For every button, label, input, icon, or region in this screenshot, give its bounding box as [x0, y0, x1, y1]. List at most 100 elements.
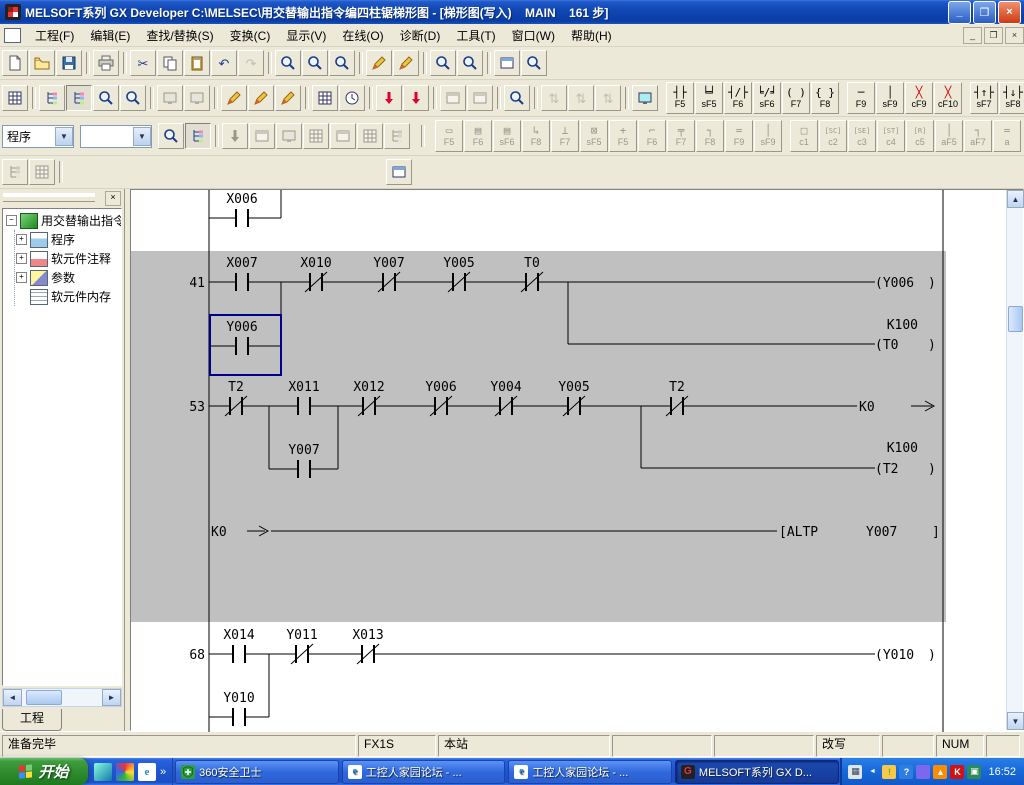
find-contact-button[interactable] — [93, 85, 119, 111]
undo-button[interactable]: ↶ — [211, 50, 237, 76]
sfc-fkey-vertical-join[interactable]: =F9 — [725, 120, 753, 152]
io-list-button[interactable] — [29, 159, 55, 185]
sfc-download-button[interactable] — [222, 123, 248, 149]
menu-help[interactable]: 帮助(H) — [563, 24, 620, 47]
sfc-fkey-jump[interactable]: ↳F8 — [522, 120, 550, 152]
find-button[interactable] — [275, 50, 301, 76]
parameter-tree-button[interactable] — [39, 85, 65, 111]
fkey-coil[interactable]: ( )F7 — [782, 82, 810, 114]
sfc-fkey-parallel-join[interactable]: ┐F8 — [696, 120, 724, 152]
browser-360-icon[interactable] — [116, 763, 134, 781]
sort-2-button[interactable]: ⇅ — [568, 85, 594, 111]
combo-arrow-icon[interactable]: ▼ — [133, 127, 151, 146]
sfc-fkey-transition[interactable]: ▤F6 — [464, 120, 492, 152]
replace-instruction-button[interactable] — [393, 50, 419, 76]
panel-close-icon[interactable]: × — [105, 191, 121, 206]
paste-button[interactable] — [184, 50, 210, 76]
find-instruction-button[interactable] — [329, 50, 355, 76]
fkey-closed-contact[interactable]: ┤/├F6 — [724, 82, 752, 114]
menu-tools[interactable]: 工具(T) — [448, 24, 503, 47]
program-combo[interactable]: 程序 ▼ — [2, 125, 74, 148]
menu-find-replace[interactable]: 查找/替换(S) — [138, 24, 221, 47]
comment-display-button[interactable] — [632, 85, 658, 111]
sfc-fkey-st[interactable]: [ST]c4 — [877, 120, 905, 152]
new-project-button[interactable] — [2, 50, 28, 76]
save-project-button[interactable] — [56, 50, 82, 76]
fkey-rising-pulse[interactable]: ┤↑├sF7 — [970, 82, 998, 114]
tree-horizontal-scrollbar[interactable]: ◄ ► — [2, 688, 122, 707]
fkey-closed-branch[interactable]: ╘/╛sF6 — [753, 82, 781, 114]
sfc-fkey-step[interactable]: ▭F5 — [435, 120, 463, 152]
instruction-list-button[interactable] — [386, 159, 412, 185]
sfc-grid-button[interactable] — [357, 123, 383, 149]
monitor-stop-button[interactable] — [184, 85, 210, 111]
security-alert-icon[interactable]: ! — [882, 765, 896, 779]
mdi-close-button[interactable]: × — [1005, 27, 1024, 44]
close-button[interactable]: × — [998, 1, 1021, 24]
updates-icon[interactable]: ? — [899, 765, 913, 779]
sfc-branch-button[interactable] — [384, 123, 410, 149]
menu-diagnostics[interactable]: 诊断(D) — [392, 24, 449, 47]
sort-3-button[interactable]: ⇅ — [595, 85, 621, 111]
restore-button[interactable]: ❐ — [973, 1, 996, 24]
monitor-clock-button[interactable] — [339, 85, 365, 111]
ladder-vertical-scrollbar[interactable]: ▲ ▼ — [1006, 190, 1023, 730]
sfc-fkey-partial-clipped[interactable]: =a — [993, 120, 1021, 152]
block-combo[interactable]: ▼ — [80, 125, 152, 148]
mdi-restore-button[interactable]: ❐ — [984, 27, 1003, 44]
combo-arrow-icon[interactable]: ▼ — [55, 127, 73, 146]
sfc-fkey-dummy-step[interactable]: ▤sF6 — [493, 120, 521, 152]
print-button[interactable] — [93, 50, 119, 76]
project-tab[interactable]: 工程 — [2, 709, 62, 731]
sort-1-button[interactable]: ⇅ — [541, 85, 567, 111]
program-insert-button[interactable] — [403, 85, 429, 111]
device-comment-button[interactable] — [312, 85, 338, 111]
sfc-block-button[interactable] — [330, 123, 356, 149]
zoom-out-button[interactable] — [457, 50, 483, 76]
fkey-vertical-line[interactable]: │sF9 — [876, 82, 904, 114]
menu-window[interactable]: 窗口(W) — [504, 24, 563, 47]
insert-edit-button[interactable] — [275, 85, 301, 111]
menu-edit[interactable]: 编辑(E) — [82, 24, 138, 47]
redo-button[interactable]: ↷ — [238, 50, 264, 76]
tree-item-device-comment[interactable]: + 软元件注释 — [15, 249, 121, 268]
copy-button[interactable] — [157, 50, 183, 76]
tray-collapse-icon[interactable]: ◄ — [865, 765, 879, 779]
help-find-button[interactable] — [504, 85, 530, 111]
tree-root[interactable]: − 用交替输出指令编四柱锯梯形图 — [5, 211, 121, 230]
sfc-error-button[interactable] — [276, 123, 302, 149]
task-forum-2[interactable]: e 工控人家园论坛 - ... — [508, 760, 672, 784]
expand-icon[interactable]: + — [16, 272, 27, 283]
panel-grip[interactable] — [3, 193, 95, 202]
sfc-fkey-end-step[interactable]: ⊥F7 — [551, 120, 579, 152]
sfc-fkey-block-start[interactable]: ⊠sF5 — [580, 120, 608, 152]
expand-icon[interactable]: + — [16, 234, 27, 245]
antivirus-icon[interactable]: ▲ — [933, 765, 947, 779]
write-mode-button[interactable] — [221, 85, 247, 111]
menu-convert[interactable]: 变换(C) — [222, 24, 279, 47]
fkey-application-instruction[interactable]: { }F8 — [811, 82, 839, 114]
menu-view[interactable]: 显示(V) — [278, 24, 334, 47]
fkey-open-contact[interactable]: ┤├F5 — [666, 82, 694, 114]
scroll-thumb[interactable] — [26, 690, 62, 705]
fkey-delete-vline[interactable]: ╳cF10 — [934, 82, 962, 114]
messenger-icon[interactable] — [916, 765, 930, 779]
menu-online[interactable]: 在线(O) — [334, 24, 391, 47]
zoom-in-button[interactable] — [430, 50, 456, 76]
quick-launch-more-icon[interactable]: » — [160, 766, 166, 778]
ladder-editor[interactable]: X006 41 X007 X010 Y007 Y005 — [131, 190, 1009, 732]
start-button[interactable]: 开始 — [0, 758, 88, 785]
scroll-right-icon[interactable]: ► — [102, 689, 121, 706]
sfc-fkey-sc[interactable]: [SC]c2 — [819, 120, 847, 152]
replace-device-button[interactable] — [366, 50, 392, 76]
monitor-start-button[interactable] — [157, 85, 183, 111]
sfc-windows-button[interactable] — [249, 123, 275, 149]
document-icon[interactable] — [4, 28, 21, 43]
sfc-fkey-r[interactable]: [R]c5 — [906, 120, 934, 152]
scroll-left-icon[interactable]: ◄ — [3, 689, 22, 706]
show-desktop-icon[interactable] — [94, 763, 112, 781]
ladder-edit-mode-button[interactable] — [66, 85, 92, 111]
sfc-fkey-se[interactable]: [SE]c3 — [848, 120, 876, 152]
scroll-down-icon[interactable]: ▼ — [1007, 712, 1024, 730]
cut-button[interactable]: ✂ — [130, 50, 156, 76]
